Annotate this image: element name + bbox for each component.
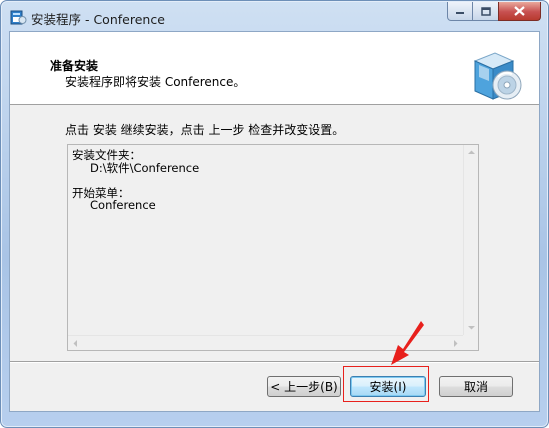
scrollbar-corner xyxy=(463,335,478,350)
scroll-right-icon[interactable] xyxy=(448,336,463,351)
annotation-arrow-icon xyxy=(391,321,424,365)
vertical-scrollbar[interactable] xyxy=(463,145,478,335)
scroll-down-icon[interactable] xyxy=(464,320,479,335)
wizard-header: 准备安装 安装程序即将安装 Conference。 xyxy=(10,32,539,105)
minimize-button[interactable] xyxy=(447,2,473,21)
install-dir-value: D:\软件\Conference xyxy=(90,160,200,175)
installer-app-icon xyxy=(10,10,27,25)
minimize-icon xyxy=(456,12,464,14)
back-button[interactable]: < 上一步(B) xyxy=(267,376,341,397)
window-title: 安装程序 - Conference xyxy=(31,12,165,27)
instruction-text: 点击 安装 继续安装，点击 上一步 检查并改变设置。 xyxy=(65,123,345,137)
page-subtitle: 安装程序即将安装 Conference。 xyxy=(65,75,246,89)
close-icon xyxy=(514,6,525,16)
scroll-left-icon[interactable] xyxy=(68,336,83,351)
setup-box-cd-icon xyxy=(473,52,522,100)
memo-spacer xyxy=(72,174,462,187)
page-title: 准备安装 xyxy=(50,59,99,73)
maximize-button[interactable] xyxy=(472,2,499,21)
title-bar[interactable]: 安装程序 - Conference xyxy=(1,1,548,31)
cancel-button[interactable]: 取消 xyxy=(439,376,513,397)
memo-content: 安装文件夹： D:\软件\Conference 开始菜单： Conference xyxy=(70,147,462,331)
bottom-separator xyxy=(10,361,539,363)
caption-buttons xyxy=(447,2,541,22)
close-button[interactable] xyxy=(498,2,541,21)
maximize-icon xyxy=(480,6,491,16)
start-menu-value: Conference xyxy=(90,198,156,212)
scroll-up-icon[interactable] xyxy=(464,145,479,160)
wizard-client-area: 准备安装 安装程序即将安装 Conference。 点击 安装 继续安装，点击 … xyxy=(9,31,540,412)
installer-window: 安装程序 - Conference 准备安装 安装程序即将安装 Conferen… xyxy=(0,0,549,428)
annotation-highlight-box xyxy=(343,366,429,402)
install-dir-label: 安装文件夹： xyxy=(72,148,141,162)
